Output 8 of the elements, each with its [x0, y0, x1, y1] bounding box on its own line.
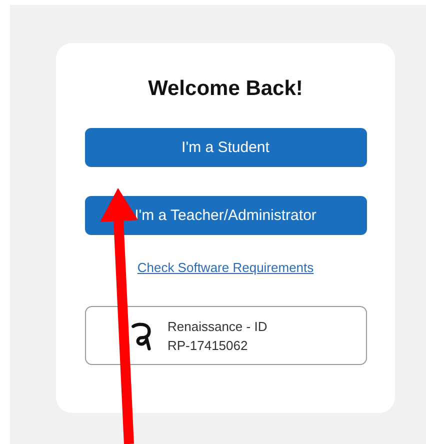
id-code: RP-17415062: [168, 338, 249, 352]
role-button[interactable]: I'm a Student: [84, 128, 366, 167]
id-card[interactable]: Renaissance - ID RP-17415062: [84, 306, 366, 365]
logo-icon: [130, 320, 154, 350]
id-name: Renaissance - ID: [168, 318, 268, 334]
role-button[interactable]: I'm a Teacher/Administrator: [84, 196, 366, 235]
welcome-title: Welcome Back!: [148, 77, 303, 101]
requirements-link[interactable]: Check Software Requirements: [137, 260, 314, 275]
